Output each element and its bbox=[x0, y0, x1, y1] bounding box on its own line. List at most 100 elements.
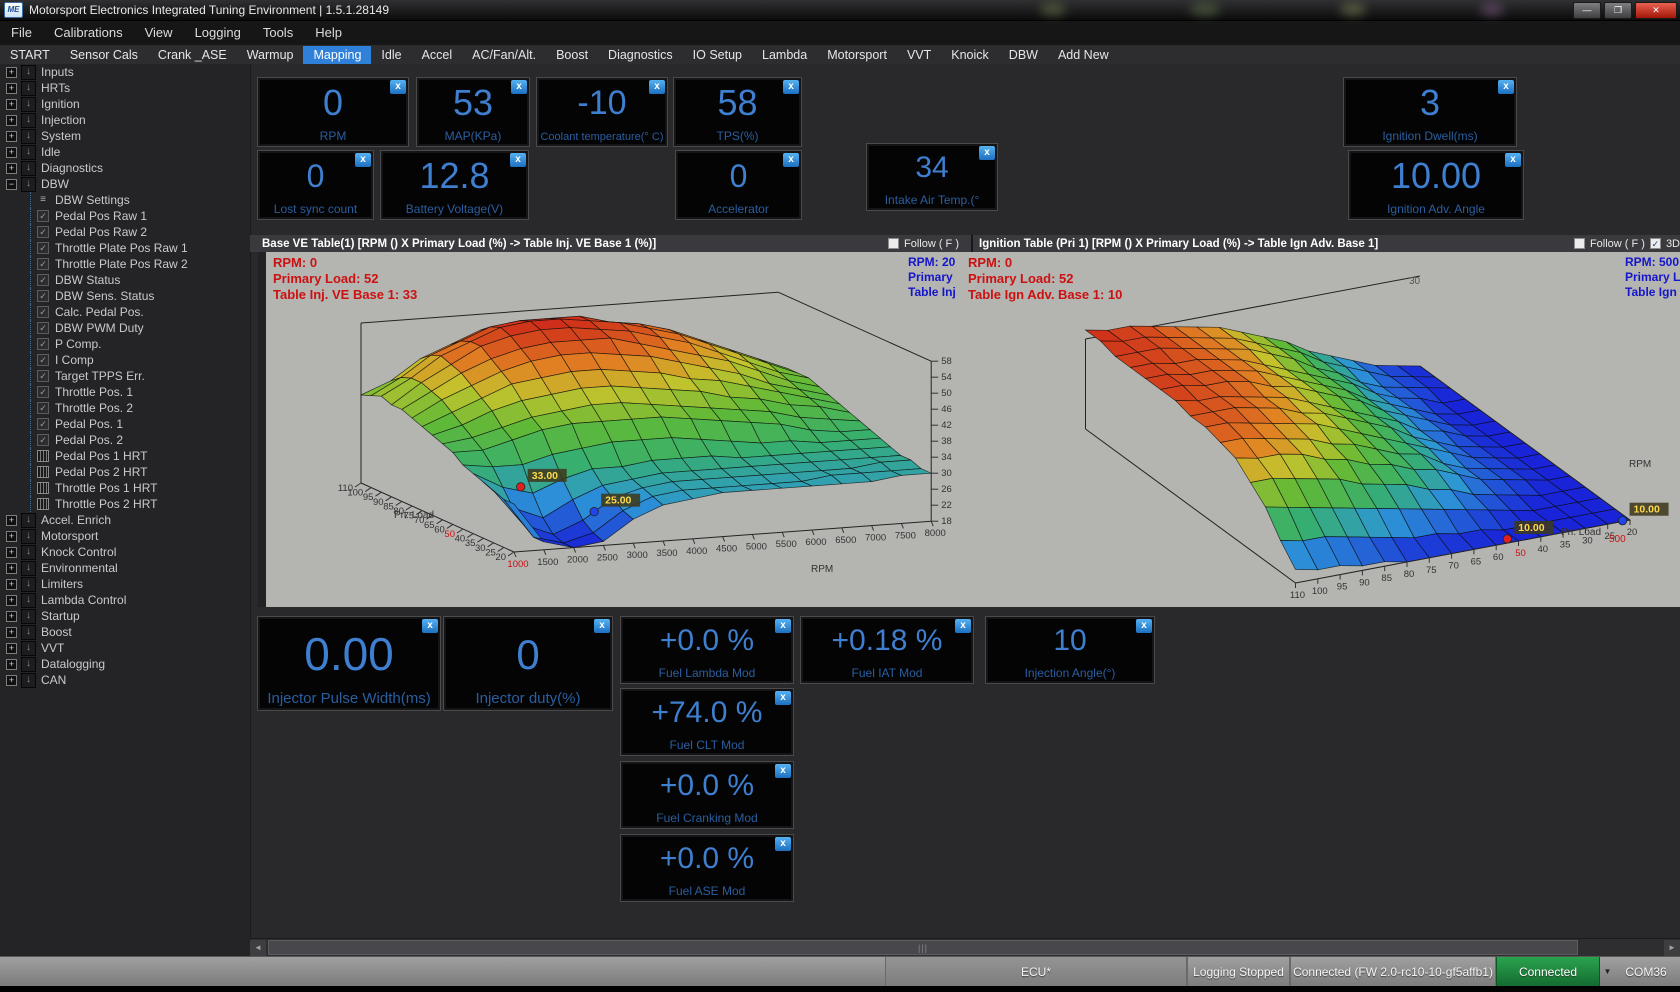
maximize-button[interactable]: ❐ bbox=[1604, 2, 1632, 19]
horizontal-scrollbar[interactable]: ◄ ||| ► bbox=[250, 938, 1680, 957]
tree-item-motorsport[interactable]: +↓Motorsport bbox=[0, 528, 250, 544]
gauge-close-icon[interactable]: x bbox=[422, 619, 438, 633]
expand-icon[interactable]: + bbox=[6, 67, 17, 78]
expand-icon[interactable]: + bbox=[6, 611, 17, 622]
follow-checkbox-ign[interactable] bbox=[1574, 238, 1585, 249]
gauge-close-icon[interactable]: x bbox=[775, 691, 791, 705]
tab-diagnostics[interactable]: Diagnostics bbox=[598, 45, 683, 64]
follow-checkbox-ve[interactable] bbox=[888, 238, 899, 249]
ignition-table-3d-chart[interactable]: 2025303540506065707580859095100110RPMPri… bbox=[961, 252, 1680, 607]
gauge-close-icon[interactable]: x bbox=[390, 80, 406, 94]
tab-crank-ase[interactable]: Crank _ASE bbox=[148, 45, 237, 64]
gauge-close-icon[interactable]: x bbox=[783, 153, 799, 167]
threed-checkbox[interactable]: ✓ bbox=[1650, 238, 1661, 249]
tree-item-system[interactable]: +↓System bbox=[0, 128, 250, 144]
tree-item-environmental[interactable]: +↓Environmental bbox=[0, 560, 250, 576]
expand-icon[interactable]: + bbox=[6, 643, 17, 654]
expand-icon[interactable]: + bbox=[6, 115, 17, 126]
tree-item-throttle-pos-2[interactable]: ✓Throttle Pos. 2 bbox=[0, 400, 250, 416]
tree-item-target-tpps-err[interactable]: ✓Target TPPS Err. bbox=[0, 368, 250, 384]
tab-knoick[interactable]: Knoick bbox=[941, 45, 999, 64]
collapse-icon[interactable]: − bbox=[6, 179, 17, 190]
tree-item-injection[interactable]: +↓Injection bbox=[0, 112, 250, 128]
tree-item-pedal-pos-1-hrt[interactable]: Pedal Pos 1 HRT bbox=[0, 448, 250, 464]
tree-item-calc-pedal-pos[interactable]: ✓Calc. Pedal Pos. bbox=[0, 304, 250, 320]
gauge-close-icon[interactable]: x bbox=[1136, 619, 1152, 633]
expand-icon[interactable]: + bbox=[6, 163, 17, 174]
port-dropdown-arrow-icon[interactable]: ▼ bbox=[1600, 963, 1615, 980]
gauge-close-icon[interactable]: x bbox=[511, 80, 527, 94]
tree-item-pedal-pos-2-hrt[interactable]: Pedal Pos 2 HRT bbox=[0, 464, 250, 480]
tree-item-pedal-pos-raw-1[interactable]: ✓Pedal Pos Raw 1 bbox=[0, 208, 250, 224]
menu-item-help[interactable]: Help bbox=[304, 20, 353, 45]
expand-icon[interactable]: + bbox=[6, 579, 17, 590]
tree-item-lambda-control[interactable]: +↓Lambda Control bbox=[0, 592, 250, 608]
tree-item-diagnostics[interactable]: +↓Diagnostics bbox=[0, 160, 250, 176]
tree-item-inputs[interactable]: +↓Inputs bbox=[0, 64, 250, 80]
tree-item-hrts[interactable]: +↓HRTs bbox=[0, 80, 250, 96]
tree-item-pedal-pos-2[interactable]: ✓Pedal Pos. 2 bbox=[0, 432, 250, 448]
menu-item-view[interactable]: View bbox=[134, 20, 184, 45]
tab-accel[interactable]: Accel bbox=[412, 45, 463, 64]
com-port[interactable]: COM36 bbox=[1616, 957, 1676, 987]
menu-item-logging[interactable]: Logging bbox=[184, 20, 252, 45]
tree-item-dbw-sens-status[interactable]: ✓DBW Sens. Status bbox=[0, 288, 250, 304]
tree-item-i-comp[interactable]: ✓I Comp bbox=[0, 352, 250, 368]
gauge-close-icon[interactable]: x bbox=[355, 153, 371, 167]
tree-item-limiters[interactable]: +↓Limiters bbox=[0, 576, 250, 592]
tree-item-pedal-pos-raw-2[interactable]: ✓Pedal Pos Raw 2 bbox=[0, 224, 250, 240]
close-button[interactable]: ✕ bbox=[1635, 2, 1677, 19]
ve-table-3d-chart[interactable]: 1000150020002500300035004000450050005500… bbox=[266, 252, 963, 607]
tab-vvt[interactable]: VVT bbox=[897, 45, 941, 64]
expand-icon[interactable]: + bbox=[6, 547, 17, 558]
gauge-close-icon[interactable]: x bbox=[649, 80, 665, 94]
gauge-close-icon[interactable]: x bbox=[1498, 80, 1514, 94]
expand-icon[interactable]: + bbox=[6, 515, 17, 526]
tree-item-ignition[interactable]: +↓Ignition bbox=[0, 96, 250, 112]
tab-start[interactable]: START bbox=[0, 45, 60, 64]
tab-boost[interactable]: Boost bbox=[546, 45, 598, 64]
expand-icon[interactable]: + bbox=[6, 627, 17, 638]
tree-item-boost[interactable]: +↓Boost bbox=[0, 624, 250, 640]
expand-icon[interactable]: + bbox=[6, 531, 17, 542]
scroll-left-arrow-icon[interactable]: ◄ bbox=[250, 940, 266, 956]
tab-idle[interactable]: Idle bbox=[371, 45, 411, 64]
tree-item-throttle-pos-1[interactable]: ✓Throttle Pos. 1 bbox=[0, 384, 250, 400]
tree-item-dbw-pwm-duty[interactable]: ✓DBW PWM Duty bbox=[0, 320, 250, 336]
tab-ac-fan-alt[interactable]: AC/Fan/Alt. bbox=[462, 45, 546, 64]
tree-item-can[interactable]: +↓CAN bbox=[0, 672, 250, 688]
tab-mapping[interactable]: Mapping bbox=[303, 45, 371, 64]
ve-table-panel[interactable]: 1000150020002500300035004000450050005500… bbox=[258, 252, 963, 607]
tab-motorsport[interactable]: Motorsport bbox=[817, 45, 897, 64]
tree-item-p-comp[interactable]: ✓P Comp. bbox=[0, 336, 250, 352]
tab-warmup[interactable]: Warmup bbox=[237, 45, 304, 64]
tab-io-setup[interactable]: IO Setup bbox=[683, 45, 752, 64]
tree-item-knock-control[interactable]: +↓Knock Control bbox=[0, 544, 250, 560]
gauge-close-icon[interactable]: x bbox=[955, 619, 971, 633]
logging-status[interactable]: Logging Stopped bbox=[1187, 957, 1290, 987]
expand-icon[interactable]: + bbox=[6, 659, 17, 670]
tree-item-accel-enrich[interactable]: +↓Accel. Enrich bbox=[0, 512, 250, 528]
tree-item-dbw[interactable]: −↓DBW bbox=[0, 176, 250, 192]
menu-item-tools[interactable]: Tools bbox=[252, 20, 304, 45]
threed-label[interactable]: 3D bbox=[1666, 238, 1680, 250]
tab-lambda[interactable]: Lambda bbox=[752, 45, 817, 64]
menu-item-file[interactable]: File bbox=[0, 20, 43, 45]
gauge-close-icon[interactable]: x bbox=[1505, 153, 1521, 167]
ecu-status[interactable]: ECU* bbox=[885, 957, 1187, 987]
expand-icon[interactable]: + bbox=[6, 131, 17, 142]
expand-icon[interactable]: + bbox=[6, 675, 17, 686]
follow-label-ign[interactable]: Follow ( F ) bbox=[1590, 238, 1645, 250]
tree-item-dbw-settings[interactable]: ≡DBW Settings bbox=[0, 192, 250, 208]
scrollbar-thumb[interactable]: ||| bbox=[268, 940, 1578, 955]
gauge-close-icon[interactable]: x bbox=[510, 153, 526, 167]
expand-icon[interactable]: + bbox=[6, 83, 17, 94]
menu-item-calibrations[interactable]: Calibrations bbox=[43, 20, 134, 45]
gauge-close-icon[interactable]: x bbox=[783, 80, 799, 94]
gauge-close-icon[interactable]: x bbox=[979, 146, 995, 160]
tree-item-throttle-pos-2-hrt[interactable]: Throttle Pos 2 HRT bbox=[0, 496, 250, 512]
tab-dbw[interactable]: DBW bbox=[999, 45, 1048, 64]
expand-icon[interactable]: + bbox=[6, 595, 17, 606]
tree-item-throttle-pos-1-hrt[interactable]: Throttle Pos 1 HRT bbox=[0, 480, 250, 496]
tree-item-pedal-pos-1[interactable]: ✓Pedal Pos. 1 bbox=[0, 416, 250, 432]
